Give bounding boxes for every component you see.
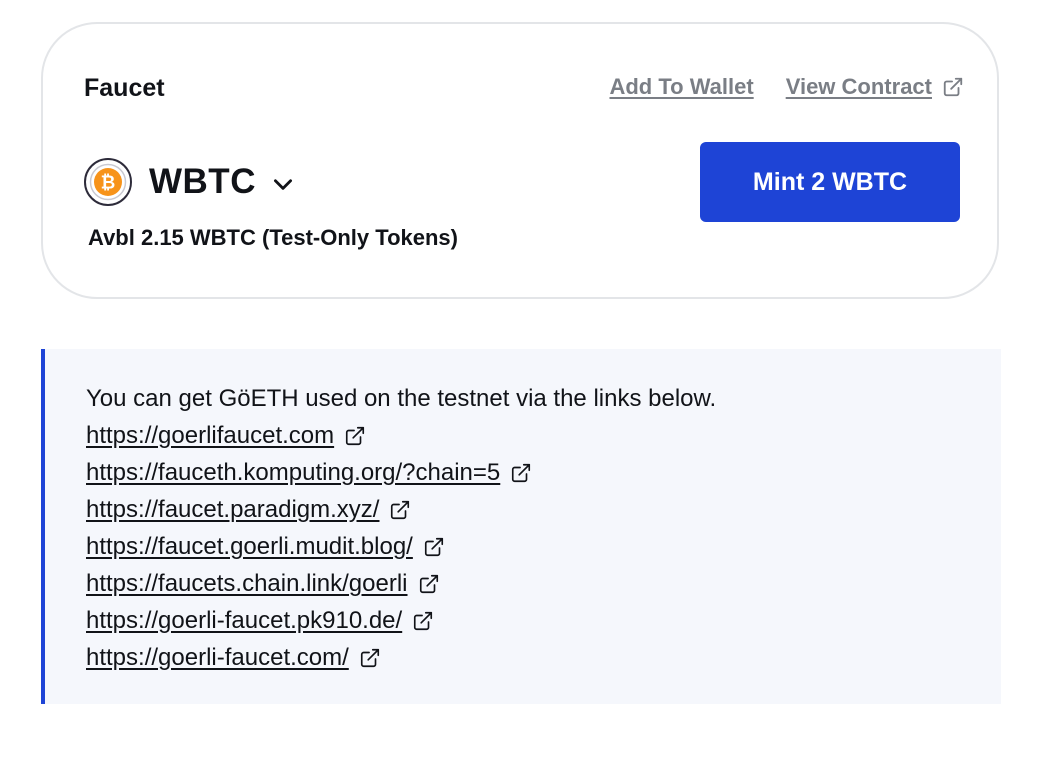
list-item: https://faucet.goerli.mudit.blog/ (86, 528, 1001, 565)
list-item: https://goerli-faucet.pk910.de/ (86, 602, 1001, 639)
add-to-wallet-label: Add To Wallet (609, 74, 754, 99)
faucet-link[interactable]: https://goerli-faucet.com/ (86, 639, 349, 676)
faucet-links-callout: You can get GöETH used on the testnet vi… (41, 349, 1001, 704)
external-link-icon[interactable] (344, 425, 366, 447)
info-text: You can get GöETH used on the testnet vi… (86, 385, 717, 412)
bitcoin-icon: ₿ (84, 158, 132, 206)
faucet-link-list: https://goerlifaucet.com https://fauceth… (86, 417, 1001, 676)
chevron-down-icon (273, 179, 292, 190)
external-link-icon[interactable] (510, 462, 532, 484)
external-link-icon (943, 77, 963, 97)
token-symbol: WBTC (149, 162, 256, 201)
mint-button[interactable]: Mint 2 WBTC (700, 142, 960, 222)
token-selector[interactable]: ₿ WBTC (84, 158, 296, 206)
faucet-link[interactable]: https://faucet.paradigm.xyz/ (86, 491, 379, 528)
list-item: https://goerlifaucet.com (86, 417, 1001, 454)
view-contract-label: View Contract (785, 74, 932, 99)
list-item: https://faucet.paradigm.xyz/ (86, 491, 1001, 528)
faucet-link[interactable]: https://goerlifaucet.com (86, 417, 334, 454)
balance-text: Avbl 2.15 WBTC (Test-Only Tokens) (88, 225, 458, 250)
faucet-card: Faucet Add To Wallet View Contract ₿ WBT… (41, 22, 999, 299)
external-link-icon[interactable] (359, 647, 381, 669)
external-link-icon[interactable] (423, 536, 445, 558)
faucet-link[interactable]: https://goerli-faucet.pk910.de/ (86, 602, 402, 639)
faucet-link[interactable]: https://faucet.goerli.mudit.blog/ (86, 528, 413, 565)
faucet-title: Faucet (84, 74, 165, 102)
external-link-icon[interactable] (418, 573, 440, 595)
add-to-wallet-link[interactable]: Add To Wallet (609, 74, 753, 100)
faucet-link[interactable]: https://faucets.chain.link/goerli (86, 565, 408, 602)
card-links: Add To Wallet View Contract (609, 74, 964, 100)
list-item: https://faucets.chain.link/goerli (86, 565, 1001, 602)
view-contract-link[interactable]: View Contract (786, 74, 964, 100)
external-link-icon[interactable] (412, 610, 434, 632)
external-link-icon[interactable] (389, 499, 411, 521)
faucet-link[interactable]: https://fauceth.komputing.org/?chain=5 (86, 454, 500, 491)
svg-text:₿: ₿ (101, 173, 116, 194)
list-item: https://goerli-faucet.com/ (86, 639, 1001, 676)
list-item: https://fauceth.komputing.org/?chain=5 (86, 454, 1001, 491)
